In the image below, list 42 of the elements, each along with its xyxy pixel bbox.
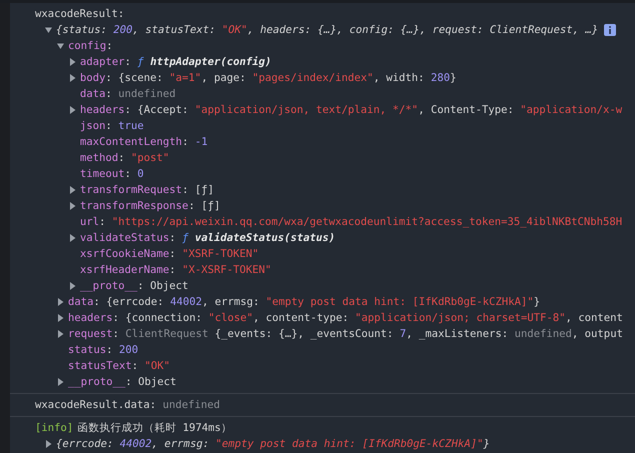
object-property: body: {scene: "a=1", page: "pages/index/index", width: 280} bbox=[80, 71, 456, 86]
object-property: validateStatus: ƒ validateStatus(status) bbox=[80, 231, 336, 246]
expand-arrow-icon[interactable] bbox=[45, 440, 52, 448]
expand-arrow-icon[interactable] bbox=[57, 298, 64, 306]
object-property: transformRequest: [ƒ] bbox=[80, 183, 214, 198]
object-preview: {errcode: 44002, errmsg: "empty post data hint: [IfKdRb0gE-kCZHkA]"} bbox=[56, 437, 490, 452]
object-property: method: "post" bbox=[80, 151, 170, 166]
object-property: maxContentLength: -1 bbox=[80, 135, 208, 150]
object-property: headers: {Accept: "application/json, text/plain, */*", Content-Type: "application/x-w bbox=[80, 103, 622, 118]
object-property: request: ClientRequest {_events: {…}, _eventsCount: 7, _maxListeners: undefined, output bbox=[68, 327, 623, 342]
expand-arrow-icon[interactable] bbox=[57, 314, 64, 322]
object-property: config: bbox=[68, 39, 113, 54]
expand-arrow-icon[interactable] bbox=[69, 234, 76, 242]
expand-arrow-icon[interactable] bbox=[57, 330, 64, 338]
object-property: __proto__: Object bbox=[68, 375, 176, 390]
expand-arrow-icon[interactable] bbox=[57, 378, 64, 386]
object-preview: {status: 200, statusText: "OK", headers: {…}, config: {…}, request: ClientRequest, …} bbox=[56, 23, 598, 38]
object-property: transformResponse: [ƒ] bbox=[80, 199, 220, 214]
console-message: [info] 函数执行成功（耗时 1974ms） bbox=[35, 421, 232, 436]
object-property: headers: {connection: "close", content-type: "application/json; charset=UTF-8", content bbox=[68, 311, 623, 326]
expand-arrow-icon[interactable] bbox=[69, 74, 76, 82]
object-property: statusText: "OK" bbox=[68, 359, 170, 374]
console-message: wxacodeResult.data: undefined bbox=[35, 398, 220, 413]
expand-arrow-icon[interactable] bbox=[69, 202, 76, 210]
object-property: timeout: 0 bbox=[80, 167, 144, 182]
object-property: adapter: ƒ httpAdapter(config) bbox=[80, 55, 272, 70]
object-property: data: {errcode: 44002, errmsg: "empty post data hint: [IfKdRb0gE-kCZHkA]"} bbox=[68, 295, 540, 310]
object-property: data: undefined bbox=[80, 87, 176, 102]
collapse-arrow-icon[interactable] bbox=[45, 26, 52, 34]
expand-arrow-icon[interactable] bbox=[69, 186, 76, 194]
object-property: __proto__: Object bbox=[80, 279, 188, 294]
object-property: url: "https://api.weixin.qq.com/wxa/getwxacodeunlimit?access_token=35_4iblNKBtCNbh58H bbox=[80, 215, 622, 230]
expand-arrow-icon[interactable] bbox=[69, 58, 76, 66]
object-property: status: 200 bbox=[68, 343, 138, 358]
object-property: xsrfCookieName: "XSRF-TOKEN" bbox=[80, 247, 259, 262]
object-property: xsrfHeaderName: "X-XSRF-TOKEN" bbox=[80, 263, 272, 278]
object-property: json: true bbox=[80, 119, 144, 134]
console-message: wxacodeResult: bbox=[35, 7, 124, 22]
expand-arrow-icon[interactable] bbox=[69, 282, 76, 290]
expand-arrow-icon[interactable] bbox=[69, 106, 76, 114]
collapse-arrow-icon[interactable] bbox=[57, 42, 64, 50]
info-icon[interactable] bbox=[604, 24, 616, 36]
